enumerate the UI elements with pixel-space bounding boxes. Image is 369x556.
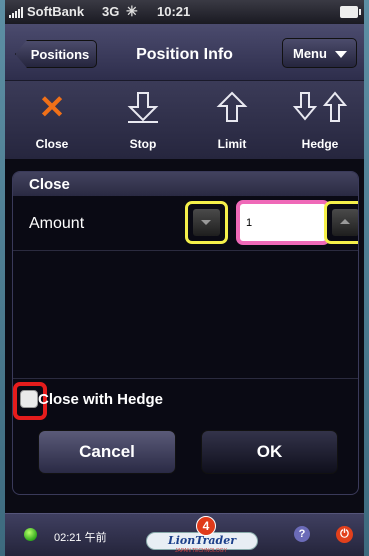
amount-increase-button[interactable]: [324, 201, 358, 244]
network-type: 3G: [102, 4, 120, 19]
close-with-hedge-label[interactable]: Close with Hedge: [38, 391, 163, 408]
triangle-up-icon: [340, 219, 350, 224]
toolbar-hedge-label: Hedge: [301, 137, 339, 151]
amount-row: Amount: [13, 196, 358, 251]
amount-input[interactable]: [236, 200, 330, 245]
footer-time: 02:21 午前: [54, 532, 107, 544]
action-toolbar: ✕ Close Stop Limit Hedge: [5, 81, 364, 159]
status-time: 10:21: [157, 4, 191, 19]
toolbar-close-button[interactable]: ✕ Close: [11, 81, 93, 159]
hedge-arrows-icon: [292, 91, 348, 122]
close-with-hedge-row: Close with Hedge: [13, 378, 358, 421]
app-screen: SoftBank 3G ✳ 10:21 Positions Position I…: [5, 0, 364, 556]
close-with-hedge-checkbox[interactable]: [20, 390, 38, 408]
app-logo: LionTrader 4 JAPAN TECHNOLOGY: [146, 516, 258, 554]
nav-bar: Positions Position Info Menu: [5, 24, 364, 81]
decrease-button-face: [193, 209, 220, 236]
caret-down-icon: [335, 51, 347, 58]
toolbar-stop-button[interactable]: Stop: [102, 81, 184, 159]
toolbar-close-label: Close: [35, 137, 69, 151]
help-icon[interactable]: ?: [294, 526, 310, 542]
menu-label: Menu: [293, 46, 327, 61]
toolbar-limit-label: Limit: [217, 137, 247, 151]
close-panel: Close Amount Close with Hedge Cancel OK: [12, 171, 359, 495]
battery-icon: [340, 6, 361, 18]
notification-badge[interactable]: 4: [196, 516, 216, 536]
toolbar-hedge-button[interactable]: Hedge: [279, 81, 361, 159]
amount-decrease-button[interactable]: [185, 201, 228, 244]
logo-subtext: JAPAN TECHNOLOGY: [174, 548, 228, 554]
carrier-name: SoftBank: [27, 4, 85, 19]
cancel-button[interactable]: Cancel: [38, 430, 176, 474]
activity-spinner-icon: ✳: [126, 3, 138, 19]
arrow-down-icon: [127, 92, 159, 123]
footer-bar: 02:21 午前 LionTrader 4 JAPAN TECHNOLOGY ?…: [5, 513, 364, 556]
amount-label: Amount: [29, 215, 85, 232]
menu-button[interactable]: Menu: [282, 38, 357, 68]
panel-header: Close: [13, 172, 358, 196]
toolbar-limit-button[interactable]: Limit: [191, 81, 273, 159]
close-x-icon: ✕: [38, 89, 66, 125]
ok-button[interactable]: OK: [201, 430, 338, 474]
status-bar: SoftBank 3G ✳ 10:21: [5, 0, 364, 24]
triangle-down-icon: [201, 220, 211, 225]
signal-icon: [9, 7, 25, 18]
arrow-up-icon: [216, 91, 248, 122]
increase-button-face: [332, 209, 358, 236]
connection-status-icon: [24, 528, 37, 541]
toolbar-stop-label: Stop: [129, 137, 157, 151]
power-icon[interactable]: ⏻: [336, 526, 353, 543]
